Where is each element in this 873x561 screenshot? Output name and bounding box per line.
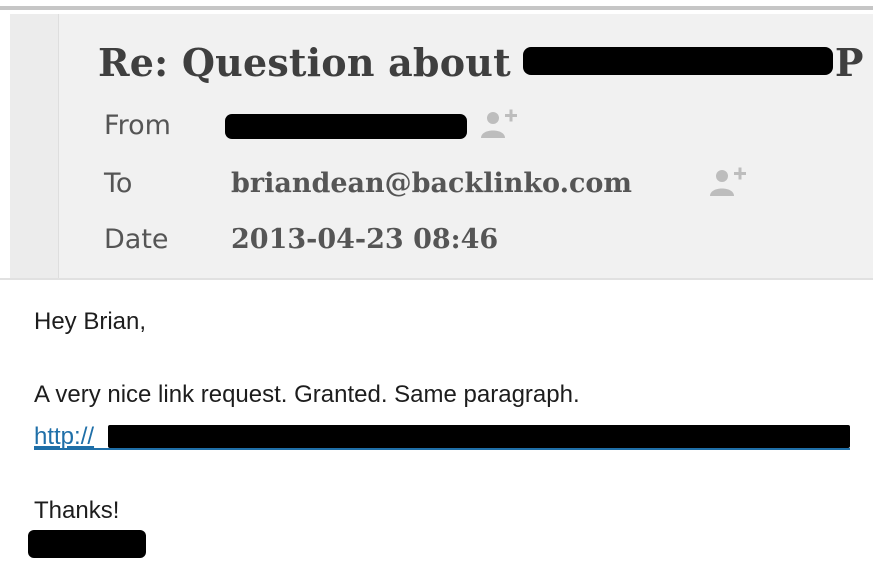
sender-redaction [225,114,467,139]
date-value: 2013-04-23 08:46 [231,224,499,255]
to-address[interactable]: briandean@backlinko.com [231,164,632,204]
to-label: To [104,168,133,199]
greeting-text: Hey Brian, [34,308,147,335]
add-contact-icon[interactable] [479,108,519,142]
subject-tail: P [834,40,864,85]
email-subject: Re: Question about P [98,36,864,88]
subject-redaction [522,46,833,75]
closing-text: Thanks! [34,497,120,524]
subject-prefix: Re: Question about [98,40,511,85]
body-line: A very nice link request. Granted. Same … [34,381,580,408]
from-label: From [104,110,171,141]
link-redaction [108,425,850,448]
window-top-rule [0,0,873,14]
add-contact-icon[interactable] [708,166,748,200]
date-label: Date [104,224,169,255]
granted-link[interactable]: http:// [34,422,850,452]
header-side-strip [10,14,59,278]
link-underline [34,448,850,450]
header-gutter [0,14,10,278]
signature-redaction [28,530,146,558]
